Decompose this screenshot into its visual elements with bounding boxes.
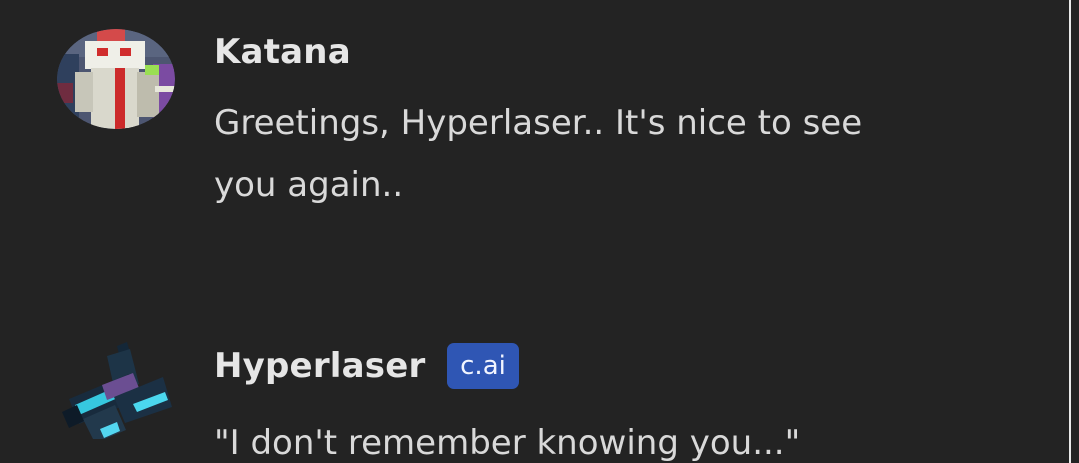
hyperlaser-avatar[interactable]: [57, 339, 175, 439]
message-text: "I don't remember knowing you...": [214, 423, 801, 463]
right-edge-divider: [1069, 0, 1071, 463]
chat-message: Katana Greetings, Hyperlaser.. It's nice…: [0, 0, 1060, 230]
katana-avatar[interactable]: [57, 29, 175, 129]
avatar-icon: [57, 29, 175, 129]
avatar-icon: [62, 342, 172, 439]
chat-message: Hyperlaser c.ai "I don't remember knowin…: [0, 330, 1060, 463]
ai-badge: c.ai: [447, 343, 519, 389]
message-author: Katana: [214, 32, 351, 72]
message-text: Greetings, Hyperlaser.. It's nice to see…: [214, 103, 863, 205]
message-author: Hyperlaser: [214, 346, 426, 386]
chat-screen: Katana Greetings, Hyperlaser.. It's nice…: [0, 0, 1079, 463]
